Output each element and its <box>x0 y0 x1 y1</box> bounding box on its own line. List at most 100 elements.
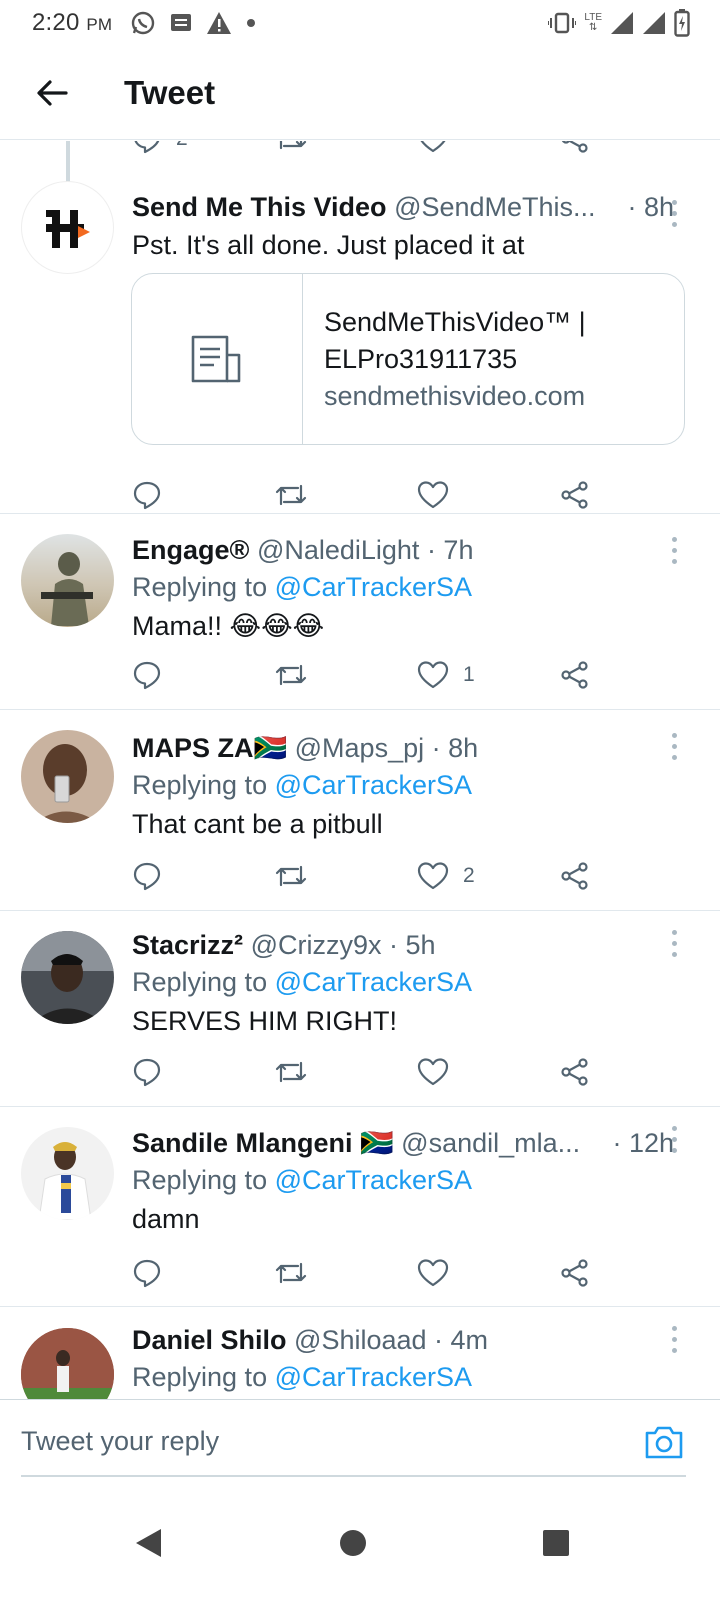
retweet-icon <box>275 865 307 887</box>
like-button[interactable] <box>417 141 449 159</box>
like-count: 2 <box>463 864 475 887</box>
tweet-header: Daniel Shilo @Shiloaad · 4m <box>132 1322 686 1358</box>
author-handle: @Shiloaad · 4m <box>294 1325 489 1355</box>
tweet[interactable]: Engage® @NalediLight · 7h Replying to @C… <box>0 514 720 710</box>
more-options-icon[interactable] <box>662 728 686 764</box>
reply-button[interactable]: 2 <box>132 141 188 159</box>
retweet-button[interactable] <box>274 1253 308 1293</box>
share-button[interactable] <box>560 141 590 159</box>
reply-button[interactable] <box>132 856 162 896</box>
tweet-actions: 2 <box>0 141 720 159</box>
retweet-button[interactable] <box>274 141 308 159</box>
like-button[interactable] <box>417 1052 449 1092</box>
reply-input[interactable]: Tweet your reply <box>21 1426 621 1457</box>
author-handle: @Maps_pj · 8h <box>294 733 479 763</box>
retweet-button[interactable] <box>274 655 308 695</box>
avatar[interactable] <box>21 931 114 1024</box>
tweet-actions: 1 <box>0 655 720 695</box>
tweet-text: That cant be a pitbull <box>132 809 383 839</box>
link-title: SendMeThisVideo™ | <box>324 307 586 337</box>
reply-count: 2 <box>176 141 188 151</box>
reply-icon <box>133 1259 161 1288</box>
nav-back-button[interactable] <box>118 1513 178 1573</box>
like-button[interactable]: 1 <box>417 655 475 695</box>
nav-home-button[interactable] <box>323 1513 383 1573</box>
avatar[interactable] <box>21 730 114 823</box>
back-button[interactable] <box>22 63 82 123</box>
tweet-header: Send Me This Video @SendMeThis... · 8h <box>132 189 686 225</box>
whatsapp-icon <box>130 10 156 36</box>
battery-charging-icon <box>674 9 690 37</box>
retweet-icon <box>275 484 307 506</box>
more-options-icon[interactable] <box>662 1121 686 1157</box>
reply-button[interactable] <box>132 1052 162 1092</box>
retweet-icon <box>279 141 307 150</box>
author-name[interactable]: Stacrizz² <box>132 930 243 960</box>
mention-link[interactable]: @CarTrackerSA <box>275 967 472 997</box>
share-button[interactable] <box>560 856 590 896</box>
more-options-icon[interactable] <box>662 1321 686 1357</box>
tweet[interactable]: Stacrizz² @Crizzy9x · 5h Replying to @Ca… <box>0 911 720 1107</box>
heart-icon <box>420 141 446 153</box>
share-button[interactable] <box>560 655 590 695</box>
tweet-feed[interactable]: 2 Send Me This Video @SendMeThis... <box>0 141 720 1399</box>
reply-bar: Tweet your reply <box>0 1399 720 1489</box>
avatar[interactable] <box>21 1328 114 1399</box>
tweet[interactable]: MAPS ZA🇿🇦 @Maps_pj · 8h Replying to @Car… <box>0 710 720 911</box>
share-button[interactable] <box>560 475 590 515</box>
mention-link[interactable]: @CarTrackerSA <box>275 572 472 602</box>
mention-link[interactable]: @CarTrackerSA <box>275 770 472 800</box>
heart-icon <box>417 661 449 689</box>
author-name[interactable]: Daniel Shilo <box>132 1325 287 1355</box>
reply-underline <box>21 1475 686 1477</box>
more-options-icon[interactable] <box>662 195 686 231</box>
camera-icon <box>645 1426 683 1459</box>
more-options-icon[interactable] <box>662 925 686 961</box>
arrow-left-icon <box>37 79 68 106</box>
retweet-button[interactable] <box>274 1052 308 1092</box>
tweet-actions: 2 <box>0 856 720 896</box>
circle-home-icon <box>340 1530 366 1556</box>
share-icon <box>561 862 588 890</box>
like-button[interactable] <box>417 1253 449 1293</box>
replying-to: Replying to @CarTrackerSA <box>132 967 473 997</box>
share-button[interactable] <box>560 1052 590 1092</box>
like-button[interactable]: 2 <box>417 856 475 896</box>
tweet[interactable]: Daniel Shilo @Shiloaad · 4m Replying to … <box>0 1307 720 1399</box>
author-name[interactable]: Send Me This Video <box>132 192 387 222</box>
message-icon <box>170 12 192 34</box>
avatar[interactable] <box>21 534 114 627</box>
replying-to: Replying to @CarTrackerSA <box>132 1362 473 1392</box>
tweet[interactable]: Send Me This Video @SendMeThis... · 8h P… <box>0 159 720 514</box>
document-icon <box>191 335 241 383</box>
tweet-header: MAPS ZA🇿🇦 @Maps_pj · 8h <box>132 730 686 766</box>
retweet-icon <box>275 1061 307 1083</box>
retweet-button[interactable] <box>274 856 308 896</box>
signal-icon-2 <box>642 11 666 35</box>
tweet-text: Mama!! 😂😂😂 <box>132 611 325 641</box>
status-bar: 2:20 PM LTE ⇅ <box>0 0 720 46</box>
more-options-icon[interactable] <box>662 532 686 568</box>
camera-button[interactable] <box>644 1424 684 1464</box>
author-name[interactable]: MAPS ZA🇿🇦 <box>132 733 287 763</box>
mention-link[interactable]: @CarTrackerSA <box>275 1165 472 1195</box>
nav-recents-button[interactable] <box>526 1513 586 1573</box>
heart-icon <box>417 481 449 509</box>
link-card[interactable]: SendMeThisVideo™ | ELPro31911735 sendmet… <box>131 273 685 445</box>
retweet-button[interactable] <box>274 475 308 515</box>
tweet[interactable]: Sandile Mlangeni 🇿🇦 @sandil_mla... · 12h… <box>0 1107 720 1307</box>
like-button[interactable] <box>417 475 449 515</box>
author-name[interactable]: Sandile Mlangeni 🇿🇦 <box>132 1128 394 1158</box>
tweet-actions <box>0 1253 720 1293</box>
avatar[interactable] <box>21 181 114 274</box>
system-nav-bar <box>0 1489 720 1600</box>
share-icon <box>561 141 588 153</box>
reply-button[interactable] <box>132 655 162 695</box>
reply-button[interactable] <box>132 475 162 515</box>
mention-link[interactable]: @CarTrackerSA <box>275 1362 472 1392</box>
reply-button[interactable] <box>132 1253 162 1293</box>
avatar[interactable] <box>21 1127 114 1220</box>
share-button[interactable] <box>560 1253 590 1293</box>
like-count: 1 <box>463 663 475 686</box>
author-name[interactable]: Engage® <box>132 535 249 565</box>
